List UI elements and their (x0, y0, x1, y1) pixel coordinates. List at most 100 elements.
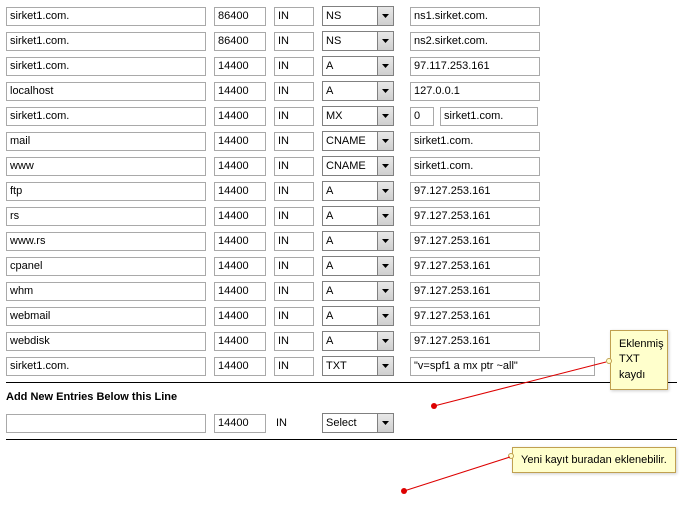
value-input[interactable] (410, 257, 540, 276)
type-select-value: A (326, 210, 375, 222)
class-input[interactable] (274, 282, 314, 301)
ttl-input[interactable] (214, 57, 266, 76)
domain-input[interactable] (6, 307, 206, 326)
type-select[interactable]: TXT (322, 356, 394, 376)
type-select[interactable]: A (322, 256, 394, 276)
value-input[interactable] (410, 82, 540, 101)
ttl-input[interactable] (214, 7, 266, 26)
new-ttl-input[interactable] (214, 414, 266, 433)
ttl-input[interactable] (214, 182, 266, 201)
ttl-input[interactable] (214, 132, 266, 151)
priority-input[interactable] (410, 107, 434, 126)
type-select[interactable]: A (322, 206, 394, 226)
ttl-input[interactable] (214, 207, 266, 226)
chevron-down-icon (377, 182, 393, 200)
type-select[interactable]: A (322, 81, 394, 101)
new-entry-row: IN Select (6, 413, 677, 433)
value-input[interactable] (410, 32, 540, 51)
type-select[interactable]: A (322, 331, 394, 351)
domain-input[interactable] (6, 182, 206, 201)
value-input[interactable] (410, 182, 540, 201)
domain-input[interactable] (6, 357, 206, 376)
dns-record-row: A (6, 281, 677, 301)
ttl-input[interactable] (214, 82, 266, 101)
type-select[interactable]: A (322, 181, 394, 201)
class-input[interactable] (274, 107, 314, 126)
ttl-input[interactable] (214, 157, 266, 176)
type-select[interactable]: A (322, 306, 394, 326)
dns-record-row: A (6, 56, 677, 76)
chevron-down-icon (377, 7, 393, 25)
value-input[interactable] (410, 357, 595, 376)
domain-input[interactable] (6, 57, 206, 76)
value-input[interactable] (410, 157, 540, 176)
chevron-down-icon (377, 107, 393, 125)
domain-input[interactable] (6, 157, 206, 176)
class-input[interactable] (274, 82, 314, 101)
domain-input[interactable] (6, 82, 206, 101)
type-select[interactable]: MX (322, 106, 394, 126)
domain-input[interactable] (6, 32, 206, 51)
ttl-input[interactable] (214, 357, 266, 376)
class-input[interactable] (274, 7, 314, 26)
dns-record-row: A (6, 206, 677, 226)
class-input[interactable] (274, 207, 314, 226)
value-input[interactable] (410, 282, 540, 301)
type-select-value: A (326, 260, 375, 272)
domain-input[interactable] (6, 132, 206, 151)
type-select[interactable]: NS (322, 31, 394, 51)
type-select[interactable]: A (322, 56, 394, 76)
chevron-down-icon (377, 414, 393, 432)
ttl-input[interactable] (214, 107, 266, 126)
class-input[interactable] (274, 182, 314, 201)
ttl-input[interactable] (214, 282, 266, 301)
type-select[interactable]: CNAME (322, 156, 394, 176)
dns-record-row: TXT (6, 356, 677, 376)
ttl-input[interactable] (214, 332, 266, 351)
value-input[interactable] (440, 107, 538, 126)
value-input[interactable] (410, 57, 540, 76)
class-input[interactable] (274, 57, 314, 76)
chevron-down-icon (377, 332, 393, 350)
ttl-input[interactable] (214, 32, 266, 51)
class-input[interactable] (274, 332, 314, 351)
ttl-input[interactable] (214, 307, 266, 326)
domain-input[interactable] (6, 107, 206, 126)
value-input[interactable] (410, 7, 540, 26)
value-input[interactable] (410, 232, 540, 251)
chevron-down-icon (377, 307, 393, 325)
chevron-down-icon (377, 132, 393, 150)
section-title: Add New Entries Below this Line (6, 391, 677, 403)
class-input[interactable] (274, 32, 314, 51)
domain-input[interactable] (6, 7, 206, 26)
type-select[interactable]: A (322, 281, 394, 301)
value-input[interactable] (410, 307, 540, 326)
domain-input[interactable] (6, 232, 206, 251)
class-input[interactable] (274, 132, 314, 151)
class-input[interactable] (274, 357, 314, 376)
class-input[interactable] (274, 257, 314, 276)
callout-pin (606, 358, 612, 364)
value-input[interactable] (410, 332, 540, 351)
type-select-value: A (326, 285, 375, 297)
type-select[interactable]: NS (322, 6, 394, 26)
type-select[interactable]: A (322, 231, 394, 251)
class-input[interactable] (274, 157, 314, 176)
type-select-value: A (326, 235, 375, 247)
ttl-input[interactable] (214, 232, 266, 251)
ttl-input[interactable] (214, 257, 266, 276)
class-input[interactable] (274, 307, 314, 326)
domain-input[interactable] (6, 207, 206, 226)
value-input[interactable] (410, 207, 540, 226)
class-input[interactable] (274, 232, 314, 251)
new-type-select[interactable]: Select (322, 413, 394, 433)
domain-input[interactable] (6, 282, 206, 301)
type-select-value: A (326, 185, 375, 197)
new-domain-input[interactable] (6, 414, 206, 433)
type-select[interactable]: CNAME (322, 131, 394, 151)
value-input[interactable] (410, 132, 540, 151)
new-class-label: IN (274, 417, 302, 429)
type-select-value: MX (326, 110, 375, 122)
domain-input[interactable] (6, 257, 206, 276)
domain-input[interactable] (6, 332, 206, 351)
